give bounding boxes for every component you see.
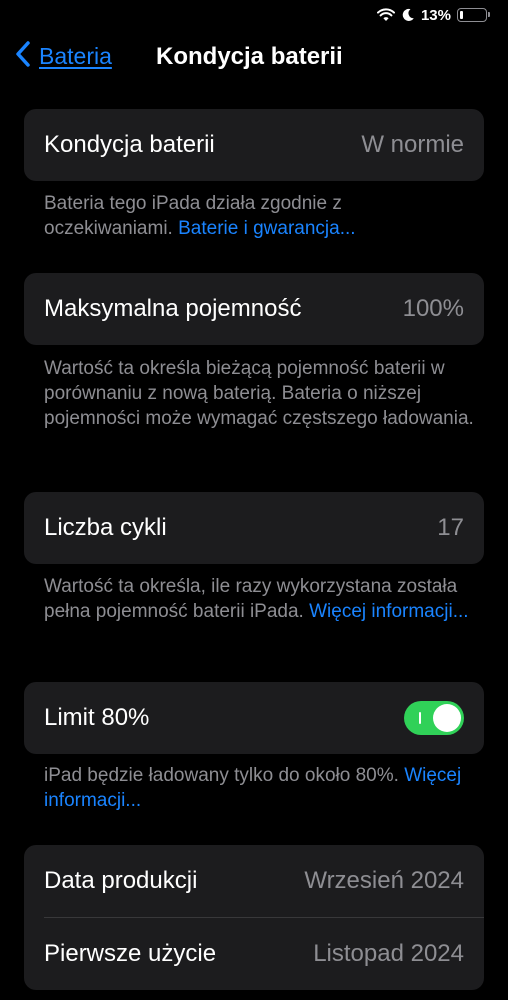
health-value: W normie (361, 131, 464, 158)
cycles-label: Liczba cykli (44, 514, 167, 541)
chevron-left-icon (15, 40, 31, 73)
health-footer: Bateria tego iPada działa zgodnie z ocze… (44, 191, 474, 241)
capacity-row: Maksymalna pojemność 100% (24, 273, 484, 345)
battery-fill (460, 11, 463, 19)
limit-label: Limit 80% (44, 704, 150, 731)
first-use-row: Pierwsze użycie Listopad 2024 (24, 918, 484, 990)
production-label: Data produkcji (44, 867, 198, 894)
back-button[interactable]: Bateria (15, 40, 112, 73)
cycles-value: 17 (437, 514, 464, 541)
health-row: Kondycja baterii W normie (24, 109, 484, 181)
capacity-cell: Maksymalna pojemność 100% (24, 273, 484, 345)
health-cell: Kondycja baterii W normie (24, 109, 484, 181)
capacity-footer-text: Wartość ta określa bieżącą pojemność bat… (44, 358, 474, 429)
first-use-value: Listopad 2024 (313, 940, 464, 967)
cycles-cell: Liczba cykli 17 (24, 492, 484, 564)
cycles-footer: Wartość ta określa, ile razy wykorzystan… (44, 574, 474, 624)
capacity-footer: Wartość ta określa bieżącą pojemność bat… (44, 356, 474, 431)
limit-row: Limit 80% (24, 682, 484, 754)
battery-nub (488, 12, 490, 17)
back-label: Bateria (39, 43, 112, 69)
limit-footer-text: iPad będzie ładowany tylko do około 80%. (44, 765, 405, 786)
production-value: Wrzesień 2024 (304, 867, 464, 894)
toggle-knob (433, 704, 461, 732)
toggle-on-mark (419, 712, 421, 724)
moon-icon (401, 8, 415, 22)
limit-toggle[interactable] (404, 701, 464, 735)
wifi-icon (376, 8, 395, 22)
battery-percent: 13% (420, 6, 451, 24)
production-row: Data produkcji Wrzesień 2024 (24, 845, 484, 917)
navigation-bar: Bateria Kondycja baterii (7, 38, 501, 78)
capacity-label: Maksymalna pojemność (44, 295, 302, 322)
cycles-row: Liczba cykli 17 (24, 492, 484, 564)
capacity-value: 100% (402, 295, 464, 322)
page-title: Kondycja baterii (156, 43, 343, 70)
screen: 13% Bateria Kondycja baterii Kondycja ba… (7, 0, 501, 1000)
first-use-label: Pierwsze użycie (44, 940, 217, 967)
warranty-link[interactable]: Baterie i gwarancja... (178, 218, 355, 239)
cycles-more-info-link[interactable]: Więcej informacji... (309, 601, 468, 622)
status-bar: 13% (376, 5, 490, 25)
health-label: Kondycja baterii (44, 131, 215, 158)
limit-footer: iPad będzie ładowany tylko do około 80%.… (44, 763, 474, 813)
dates-cell: Data produkcji Wrzesień 2024 Pierwsze uż… (24, 845, 484, 990)
limit-cell: Limit 80% (24, 682, 484, 754)
battery-icon (457, 8, 490, 22)
